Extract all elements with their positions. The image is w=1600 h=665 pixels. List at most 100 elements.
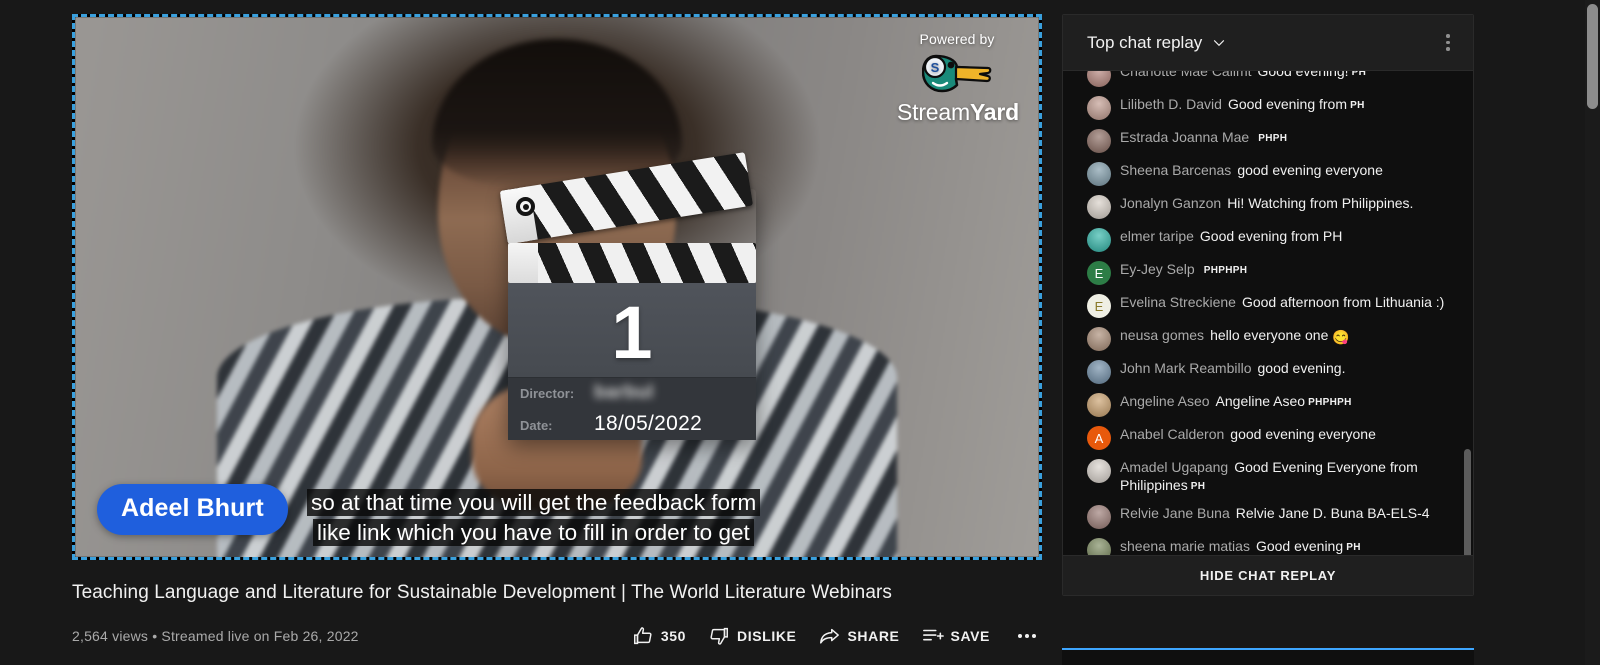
- hide-chat-replay-button[interactable]: HIDE CHAT REPLAY: [1200, 568, 1336, 583]
- chat-message-scroll-area[interactable]: Charlotte Mae Calimt Good evening! PH Lili…: [1063, 71, 1473, 555]
- chat-flag-emoji-text: PHPHPH: [1200, 265, 1248, 276]
- chat-header: Top chat replay: [1063, 15, 1473, 71]
- chat-overflow-menu-button[interactable]: [1433, 28, 1463, 58]
- chat-author-name[interactable]: Evelina Streckiene: [1120, 294, 1236, 310]
- save-label: SAVE: [950, 628, 990, 644]
- chat-message-text: Charlotte Mae Calimt Good evening! PH: [1120, 71, 1366, 82]
- chevron-down-icon: [1214, 39, 1225, 46]
- chat-message-body: Good afternoon from Lithuania :): [1241, 294, 1445, 310]
- chat-mode-label: Top chat replay: [1087, 32, 1203, 52]
- chat-flag-emoji-text: PH: [1343, 542, 1361, 553]
- chat-message-body: Angeline Aseo: [1215, 393, 1306, 409]
- chat-replay-panel: Top chat replay Charlotte Mae Calimt Good…: [1062, 14, 1474, 596]
- chat-author-name[interactable]: Ey-Jey Selp: [1120, 261, 1195, 277]
- chat-flag-emoji-text: PH: [1187, 481, 1206, 492]
- chat-author-name[interactable]: Anabel Calderon: [1120, 426, 1224, 442]
- chat-message-body: Good evening!: [1257, 71, 1349, 79]
- director-label: Director:: [520, 386, 575, 401]
- avatar[interactable]: [1087, 459, 1111, 483]
- chat-message-body: Hi! Watching from Philippines.: [1227, 195, 1414, 211]
- chat-author-name[interactable]: sheena marie matias: [1120, 538, 1250, 554]
- chat-author-name[interactable]: Charlotte Mae Calimt: [1120, 71, 1252, 79]
- chat-author-name[interactable]: elmer taripe: [1120, 228, 1194, 244]
- clapperboard-slate: 1 Director: barbul Date: 18/05/2022: [508, 283, 756, 440]
- clapperboard-fields: Director: barbul Date: 18/05/2022: [508, 377, 756, 440]
- chat-message-text: Ey-Jey Selp PHPHPH: [1120, 260, 1247, 280]
- chat-message-text: Sheena Barcenas good evening everyone: [1120, 161, 1383, 179]
- chat-scrollbar[interactable]: [1464, 71, 1471, 555]
- page-scrollbar-thumb[interactable]: [1587, 4, 1598, 109]
- avatar[interactable]: A: [1087, 426, 1111, 450]
- avatar[interactable]: E: [1087, 294, 1111, 318]
- chat-message-text: Angeline Aseo Angeline Aseo PHPHPH: [1120, 392, 1352, 412]
- chat-author-name[interactable]: Jonalyn Ganzon: [1120, 195, 1221, 211]
- chat-author-name[interactable]: Sheena Barcenas: [1120, 162, 1231, 178]
- avatar[interactable]: [1087, 360, 1111, 384]
- chat-mode-selector[interactable]: Top chat replay: [1087, 33, 1228, 53]
- share-arrow-icon: [820, 628, 840, 644]
- like-count: 350: [660, 628, 687, 644]
- chat-message: neusa gomes hello everyone one 😋: [1063, 322, 1473, 355]
- chat-message-body: good evening everyone: [1230, 426, 1376, 442]
- chat-message-text: John Mark Reambillo good evening.: [1120, 359, 1345, 377]
- share-label: SHARE: [847, 628, 900, 644]
- youtube-watch-page: Powered by S StreamYard 1 Director: barb…: [0, 0, 1600, 665]
- page-scrollbar[interactable]: [1585, 0, 1600, 665]
- chat-message-text: Lilibeth D. David Good evening from PH: [1120, 95, 1365, 115]
- chat-flag-emoji-text: PHPHPH: [1305, 397, 1352, 408]
- chat-message: sheena marie matias Good evening PH: [1063, 533, 1473, 555]
- chat-footer: HIDE CHAT REPLAY: [1063, 555, 1473, 595]
- chat-author-name[interactable]: neusa gomes: [1120, 327, 1204, 343]
- chat-author-name[interactable]: Estrada Joanna Mae: [1120, 129, 1249, 145]
- chat-message: Lilibeth D. David Good evening from PH: [1063, 91, 1473, 124]
- chat-author-name[interactable]: Amadel Ugapang: [1120, 459, 1228, 475]
- avatar[interactable]: [1087, 195, 1111, 219]
- chat-flag-emoji-text: PH: [1347, 100, 1365, 111]
- avatar[interactable]: [1087, 228, 1111, 252]
- avatar[interactable]: E: [1087, 261, 1111, 285]
- chat-message-text: neusa gomes hello everyone one 😋: [1120, 326, 1350, 346]
- more-actions-button[interactable]: [1006, 628, 1042, 644]
- chat-message: E Ey-Jey Selp PHPHPH: [1063, 256, 1473, 289]
- chat-message: A Anabel Calderon good evening everyone: [1063, 421, 1473, 454]
- avatar[interactable]: [1087, 96, 1111, 120]
- clapperboard-date-row: Date: 18/05/2022: [508, 408, 756, 440]
- chat-message-text: sheena marie matias Good evening PH: [1120, 537, 1361, 555]
- avatar[interactable]: [1087, 129, 1111, 153]
- chat-message: Jonalyn Ganzon Hi! Watching from Philippi…: [1063, 190, 1473, 223]
- video-action-bar: 350 DISLIKE SHARE SAVE: [626, 619, 1042, 653]
- save-to-playlist-icon: [922, 629, 944, 641]
- save-button[interactable]: SAVE: [916, 619, 1007, 653]
- chat-message-text: Relvie Jane Buna Relvie Jane D. Buna BA-E…: [1120, 504, 1430, 522]
- clapperboard-stick: [508, 243, 756, 283]
- avatar[interactable]: [1087, 538, 1111, 555]
- avatar[interactable]: [1087, 162, 1111, 186]
- chat-message: Amadel Ugapang Good Evening Everyone from…: [1063, 454, 1473, 500]
- chat-message: elmer taripe Good evening from PH: [1063, 223, 1473, 256]
- avatar[interactable]: [1087, 327, 1111, 351]
- primary-column: Powered by S StreamYard 1 Director: barb…: [72, 14, 1042, 653]
- thumbs-up-icon: [633, 627, 652, 645]
- chat-author-name[interactable]: Angeline Aseo: [1120, 393, 1210, 409]
- share-button[interactable]: SHARE: [812, 619, 915, 653]
- chat-flag-emoji-text: PHPH: [1255, 133, 1288, 144]
- avatar[interactable]: [1087, 505, 1111, 529]
- like-button[interactable]: 350: [626, 619, 702, 653]
- chat-author-name[interactable]: Lilibeth D. David: [1120, 96, 1222, 112]
- chat-message: Sheena Barcenas good evening everyone: [1063, 157, 1473, 190]
- brand-light-text: Stream: [897, 99, 970, 125]
- brand-bold-text: Yard: [969, 99, 1020, 125]
- chat-scrollbar-thumb[interactable]: [1464, 449, 1471, 555]
- clapperboard-overlay: 1 Director: barbul Date: 18/05/2022: [499, 152, 756, 440]
- chat-author-name[interactable]: Relvie Jane Buna: [1120, 505, 1230, 521]
- dislike-button[interactable]: DISLIKE: [702, 619, 812, 653]
- video-meta-row: 2,564 views • Streamed live on Feb 26, 2…: [72, 619, 1042, 653]
- svg-text:S: S: [931, 60, 940, 75]
- avatar[interactable]: [1087, 393, 1111, 417]
- streamyard-brand-name: StreamYard: [897, 99, 1020, 125]
- speaker-nametag: Adeel Bhurt: [97, 484, 288, 535]
- chat-author-name[interactable]: John Mark Reambillo: [1120, 360, 1252, 376]
- avatar[interactable]: [1087, 71, 1111, 87]
- video-player[interactable]: Powered by S StreamYard 1 Director: barb…: [72, 14, 1042, 560]
- date-label: Date:: [520, 418, 553, 433]
